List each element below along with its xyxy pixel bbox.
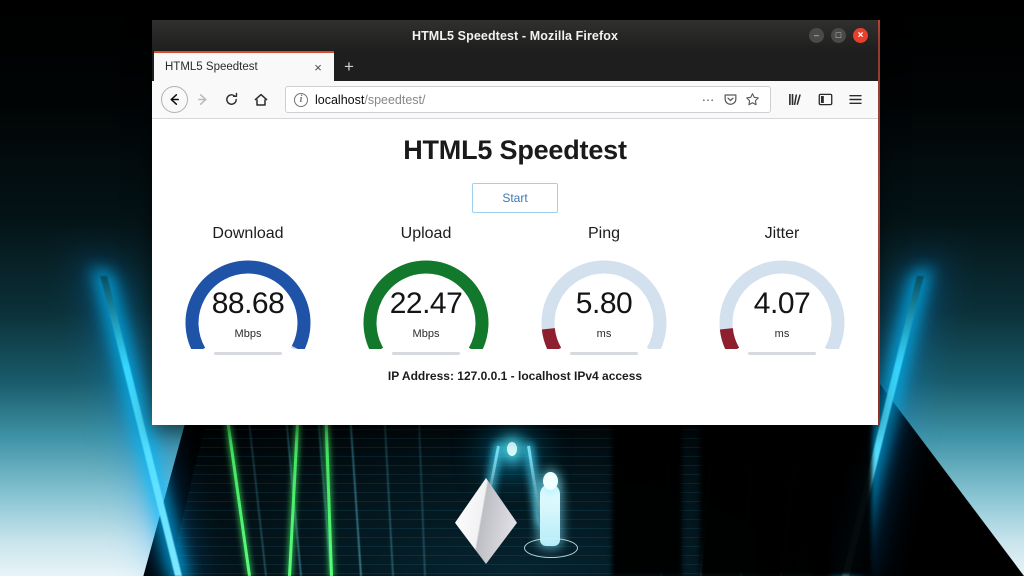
wallpaper-figure-head [543, 472, 558, 490]
home-icon[interactable] [246, 85, 275, 114]
gauge-unit: Mbps [350, 328, 502, 340]
gauge-dial: 22.47 Mbps [350, 245, 502, 349]
wallpaper-figure-ring [524, 538, 578, 558]
desktop-background: HTML5 Speedtest - Mozilla Firefox – □ × … [0, 0, 1024, 576]
close-window-button[interactable]: × [853, 28, 868, 43]
gauge-label: Download [172, 225, 324, 243]
pocket-icon[interactable] [719, 89, 741, 111]
gauge-value: 22.47 [350, 289, 502, 319]
window-title: HTML5 Speedtest - Mozilla Firefox [412, 29, 618, 43]
sidebar-icon[interactable] [811, 86, 839, 114]
wallpaper-figure-body [540, 484, 560, 546]
gauge-dial: 4.07 ms [706, 245, 858, 349]
tab-html5-speedtest[interactable]: HTML5 Speedtest × [154, 51, 334, 81]
maximize-button[interactable]: □ [831, 28, 846, 43]
window-controls: – □ × [809, 20, 868, 51]
gauge-label: Upload [350, 225, 502, 243]
start-button[interactable]: Start [472, 183, 558, 213]
gauge-progress-bar [748, 352, 816, 355]
gauge-dial: 5.80 ms [528, 245, 680, 349]
gauge-readout: 22.47 Mbps [350, 289, 502, 340]
address-bar[interactable]: i localhost /speedtest/ ⋯ [285, 86, 771, 113]
gauge-unit: Mbps [172, 328, 324, 340]
gauge-label: Ping [528, 225, 680, 243]
tab-close-icon[interactable]: × [310, 61, 326, 74]
gauge-dial: 88.68 Mbps [172, 245, 324, 349]
gauge-value: 4.07 [706, 289, 858, 319]
gauge-label: Jitter [706, 225, 858, 243]
page-actions-icon[interactable]: ⋯ [697, 89, 719, 111]
toolbar-right-group [781, 86, 869, 114]
url-path: /speedtest/ [364, 93, 425, 107]
gauge-download: Download 88.68 Mbps [172, 225, 324, 355]
library-icon[interactable] [781, 86, 809, 114]
gauge-readout: 88.68 Mbps [172, 289, 324, 340]
gauge-value: 88.68 [172, 289, 324, 319]
minimize-button[interactable]: – [809, 28, 824, 43]
url-host: localhost [315, 93, 364, 107]
new-tab-icon[interactable]: + [334, 51, 364, 81]
gauge-unit: ms [706, 328, 858, 340]
tab-strip: HTML5 Speedtest × + [152, 51, 878, 81]
page-title: HTML5 Speedtest [152, 135, 878, 166]
gauge-row: Download 88.68 Mbps Upload 22.47 Mbps Ping 5.80… [152, 225, 878, 355]
gauge-readout: 5.80 ms [528, 289, 680, 340]
wallpaper-beam-core [507, 442, 517, 456]
site-info-icon[interactable]: i [294, 93, 308, 107]
gauge-readout: 4.07 ms [706, 289, 858, 340]
gauge-unit: ms [528, 328, 680, 340]
window-titlebar[interactable]: HTML5 Speedtest - Mozilla Firefox – □ × [152, 20, 878, 51]
gauge-progress-bar [570, 352, 638, 355]
hamburger-menu-icon[interactable] [841, 86, 869, 114]
gauge-ping: Ping 5.80 ms [528, 225, 680, 355]
forward-icon[interactable] [188, 85, 217, 114]
page-content: HTML5 Speedtest Start Download88.68MbpsU… [152, 119, 878, 425]
gauge-jitter: Jitter 4.07 ms [706, 225, 858, 355]
ip-address-line: IP Address: 127.0.0.1 - localhost IPv4 a… [152, 369, 878, 383]
gauge-upload: Upload 22.47 Mbps [350, 225, 502, 355]
bookmark-star-icon[interactable] [741, 89, 763, 111]
back-icon[interactable] [161, 86, 188, 113]
gauge-progress-bar [214, 352, 282, 355]
firefox-window: HTML5 Speedtest - Mozilla Firefox – □ × … [152, 20, 878, 425]
gauge-progress-bar [392, 352, 460, 355]
start-button-row: Start [152, 183, 878, 213]
tab-label: HTML5 Speedtest [165, 61, 310, 73]
reload-icon[interactable] [217, 85, 246, 114]
navigation-toolbar: i localhost /speedtest/ ⋯ [152, 81, 878, 119]
gauge-value: 5.80 [528, 289, 680, 319]
